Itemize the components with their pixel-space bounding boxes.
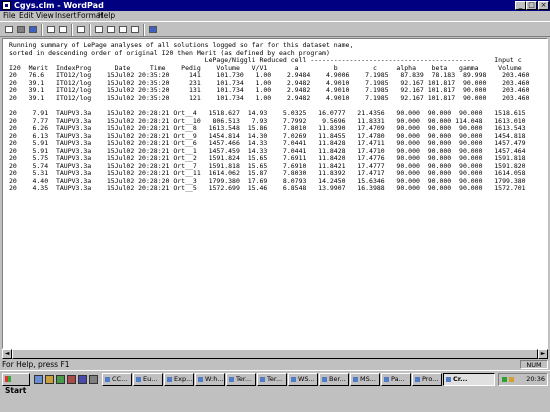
save-icon[interactable] <box>27 24 39 35</box>
quicklaunch-app-icon[interactable] <box>89 375 98 384</box>
quicklaunch-ie-icon[interactable] <box>34 375 43 384</box>
task-button[interactable]: Ter... <box>226 373 256 386</box>
num-lock-indicator: NUM <box>520 360 548 369</box>
menu-file[interactable]: File <box>3 11 16 21</box>
system-tray: 20:36 <box>498 373 548 386</box>
task-button[interactable]: MS... <box>350 373 380 386</box>
status-bar: For Help, press F1 NUM <box>0 359 550 370</box>
menu-insert[interactable]: Insert <box>55 11 77 21</box>
print-preview-icon[interactable] <box>57 24 69 35</box>
document-area[interactable]: Running summary of LePage analyses of al… <box>2 38 548 349</box>
start-button[interactable]: Start <box>2 373 30 395</box>
quicklaunch-app-icon[interactable] <box>78 375 87 384</box>
task-button[interactable]: WS... <box>288 373 318 386</box>
minimize-button[interactable]: _ <box>515 1 526 10</box>
copy-icon[interactable] <box>105 24 117 35</box>
menu-view[interactable]: View <box>36 11 54 21</box>
horizontal-scrollbar[interactable]: ◄ ► <box>2 349 548 359</box>
task-button[interactable]: Ter... <box>257 373 287 386</box>
scroll-thumb[interactable] <box>12 349 538 359</box>
task-button[interactable]: Eu... <box>133 373 163 386</box>
task-button[interactable]: Pro... <box>412 373 442 386</box>
tray-volume-icon[interactable] <box>509 377 514 382</box>
task-button[interactable]: Ber... <box>319 373 349 386</box>
task-button[interactable]: Pa... <box>381 373 411 386</box>
cut-icon[interactable] <box>93 24 105 35</box>
task-button[interactable]: W:h... <box>195 373 225 386</box>
tray-network-icon[interactable] <box>502 377 507 382</box>
toolbar <box>0 21 550 37</box>
title-bar: Cgys.clm - WordPad _ □ × <box>0 0 550 11</box>
text-line: 20 39.1 ITO12/log 15Jul02 20:35:20 121 1… <box>9 93 530 102</box>
insert-object-icon[interactable] <box>147 24 159 35</box>
paste-icon[interactable] <box>117 24 129 35</box>
task-button[interactable]: CC... <box>102 373 132 386</box>
undo-icon[interactable] <box>129 24 141 35</box>
quicklaunch-app-icon[interactable] <box>67 375 76 384</box>
task-button-wordpad-active[interactable]: Cr... <box>443 373 495 386</box>
window-title: Cgys.clm - WordPad <box>14 1 104 10</box>
quicklaunch-explorer-icon[interactable] <box>45 375 54 384</box>
toolbar-separator <box>41 24 43 36</box>
start-label: Start <box>5 386 27 395</box>
quicklaunch-desktop-icon[interactable] <box>56 375 65 384</box>
menu-bar: File Edit View Insert Format Help <box>0 11 550 21</box>
clock[interactable]: 20:36 <box>526 374 545 385</box>
windows-logo-icon <box>5 376 11 382</box>
taskbar: Start CC... Eu... Exp... W:h... Ter... T… <box>0 370 550 412</box>
menu-edit[interactable]: Edit <box>19 11 34 21</box>
status-message: For Help, press F1 <box>2 360 70 369</box>
open-icon[interactable] <box>15 24 27 35</box>
close-button[interactable]: × <box>538 1 549 10</box>
text-line: 20 4.35 TAUPV3.3a 15Jul02 20:28:21 Ort__… <box>9 184 526 192</box>
print-icon[interactable] <box>45 24 57 35</box>
toolbar-separator <box>71 24 73 36</box>
scroll-right-icon[interactable]: ► <box>538 349 548 359</box>
scroll-left-icon[interactable]: ◄ <box>2 349 12 359</box>
toolbar-separator <box>143 24 145 36</box>
wordpad-icon[interactable] <box>2 1 11 10</box>
toolbar-separator <box>89 24 91 36</box>
new-icon[interactable] <box>3 24 15 35</box>
menu-help[interactable]: Help <box>98 11 115 21</box>
find-icon[interactable] <box>75 24 87 35</box>
maximize-button[interactable]: □ <box>526 1 537 10</box>
task-button[interactable]: Exp... <box>164 373 194 386</box>
